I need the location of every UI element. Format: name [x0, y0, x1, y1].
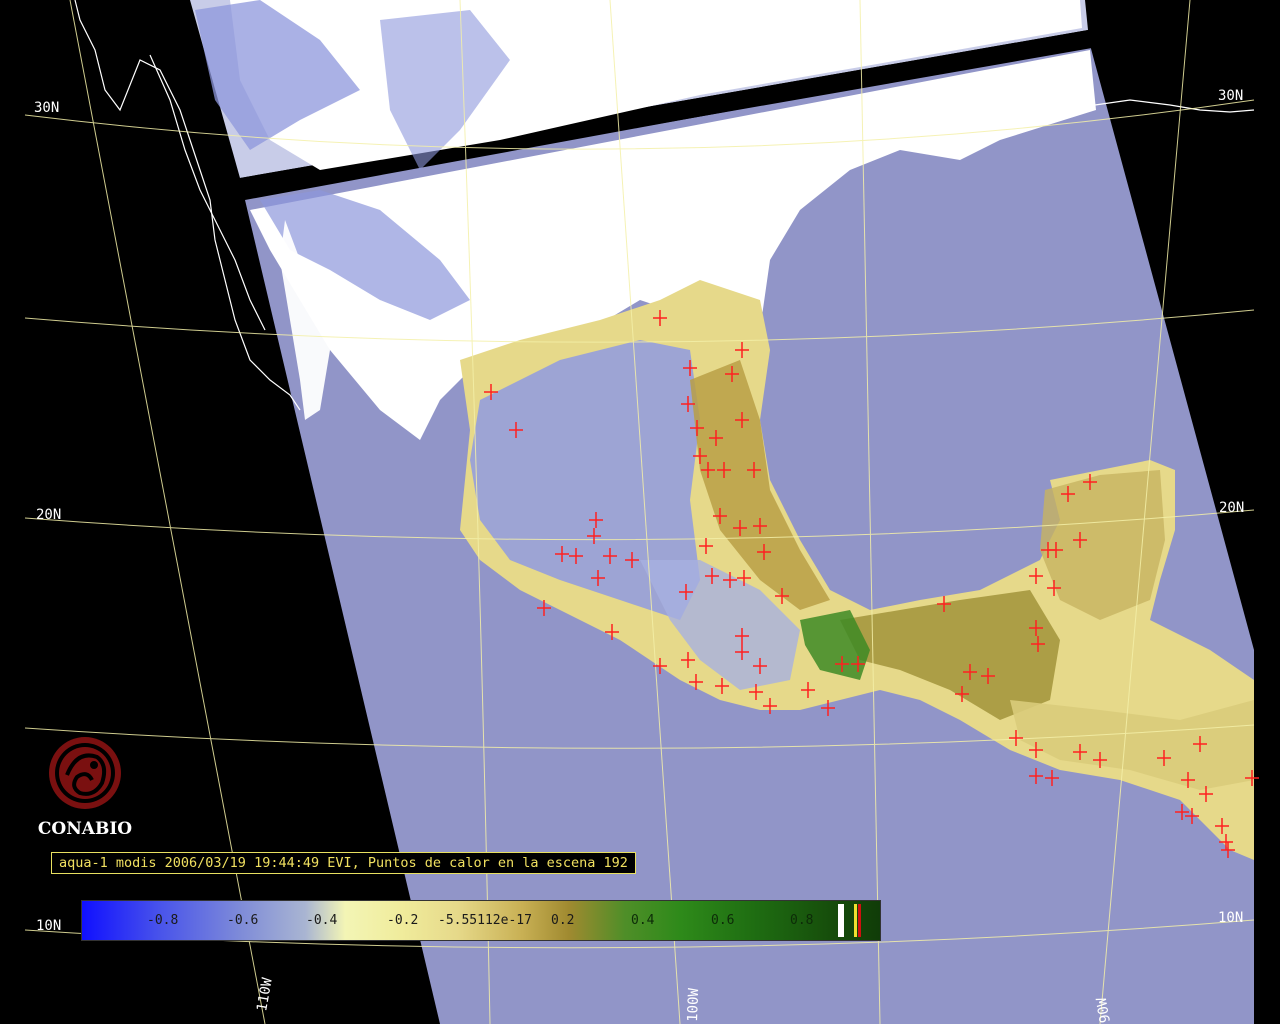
colorbar-tick: -0.4: [306, 913, 338, 928]
lat-20n-left: 20N: [36, 507, 61, 523]
scene-caption: aqua-1 modis 2006/03/19 19:44:49 EVI, Pu…: [51, 852, 636, 874]
colorbar-cloud-swatch: [838, 904, 844, 937]
lat-10n-left: 10N: [36, 918, 61, 934]
lat-30n-right: 30N: [1218, 88, 1243, 104]
lat-30n-left: 30N: [34, 100, 59, 116]
lon-100w: 100W: [685, 987, 702, 1022]
colorbar-tick: 0.6: [711, 913, 735, 928]
lat-10n-right: 10N: [1218, 910, 1243, 926]
colorbar-tick: -0.2: [387, 913, 419, 928]
colorbar-tick: -5.55112e-17: [438, 913, 532, 928]
conabio-emblem-icon: [49, 737, 121, 809]
evi-colorbar: -0.8 -0.6 -0.4 -0.2 -5.55112e-17 0.2 0.4…: [81, 900, 881, 941]
colorbar-tick: -0.8: [147, 913, 179, 928]
colorbar-tick: 0.2: [551, 913, 575, 928]
colorbar-tick: -0.6: [227, 913, 259, 928]
colorbar-special-swatch: [854, 904, 857, 937]
conabio-logo: CONABIO: [30, 735, 140, 839]
colorbar-tick: 0.8: [790, 913, 814, 928]
colorbar-hotspot-swatch: [858, 904, 861, 937]
conabio-logo-text: CONABIO: [37, 819, 133, 839]
colorbar-tick: 0.4: [631, 913, 655, 928]
lat-20n-right: 20N: [1219, 500, 1244, 516]
